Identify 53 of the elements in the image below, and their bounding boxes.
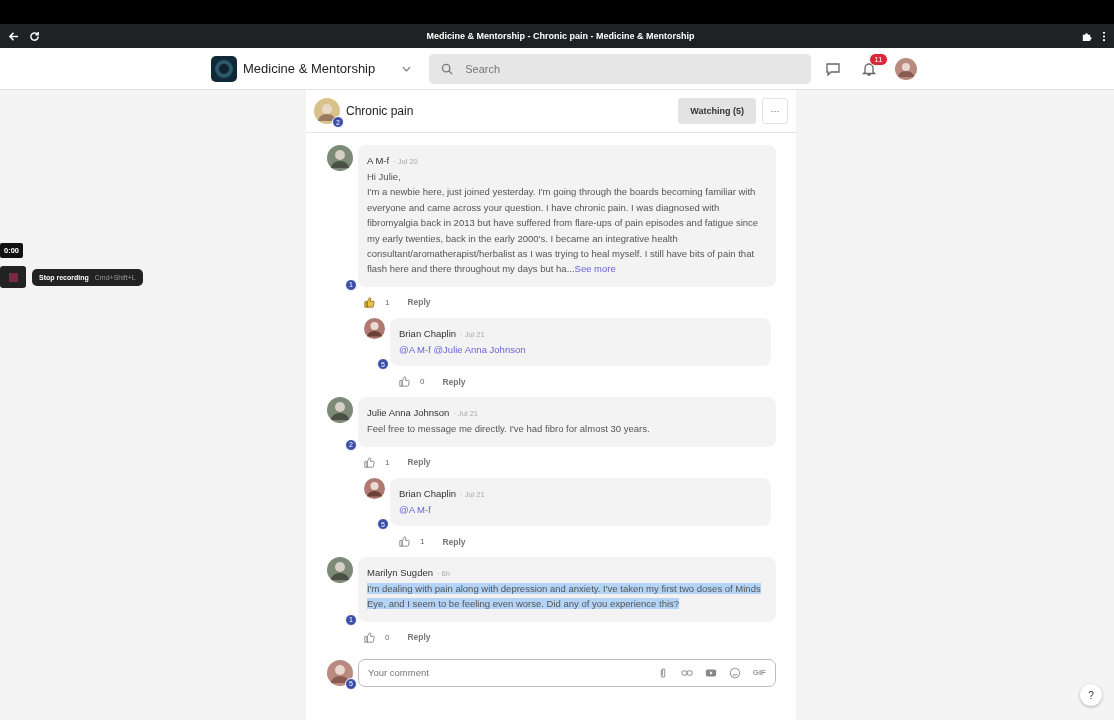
puzzle-icon[interactable] [1081, 30, 1092, 42]
user-avatar [327, 659, 353, 686]
commenter-avatar[interactable] [327, 145, 353, 171]
back-icon[interactable] [8, 30, 19, 42]
commenter-avatar[interactable] [327, 397, 353, 424]
commenter-avatar[interactable] [364, 317, 385, 339]
kebab-menu-icon[interactable] [1102, 30, 1106, 42]
author-name[interactable]: Brian Chaplin [399, 487, 457, 499]
topic-avatar [314, 98, 340, 124]
bell-icon[interactable] [861, 60, 878, 77]
chat-icon[interactable] [825, 60, 842, 77]
user-avatar[interactable] [895, 57, 918, 80]
like-count: 0 [420, 377, 425, 387]
reply-link[interactable]: Reply [407, 632, 431, 643]
thumbs-up-icon[interactable] [364, 456, 375, 468]
commenter-avatar[interactable] [364, 477, 385, 499]
reply-link[interactable]: Reply [442, 376, 466, 387]
comment-text: Feel free to message me directly. I've had fibro for almost 30 years. [367, 422, 651, 437]
mention-link[interactable]: @A M-f [399, 501, 762, 518]
watching-button[interactable]: Watching (5) [678, 98, 756, 124]
comment-text: I'm dealing with pain along with depression and anxiety. I've taken my first two doses of Minds Eye, and I seem to be feeling even worse. Did any of you experience this? [367, 582, 762, 612]
thumbs-up-icon[interactable] [399, 376, 410, 388]
thumbs-up-icon[interactable] [399, 536, 410, 548]
author-name[interactable]: Brian Chaplin [399, 327, 457, 339]
thumbs-up-filled-icon[interactable] [364, 296, 375, 308]
reload-icon[interactable] [29, 30, 40, 42]
comment-text: I'm a newbie here, just joined yesterday. I'm going through the boards becoming familiar with everyone and came across your question. I have chronic pain. I was diagnosed with fibromyalgia back in 2013 but have suffered from flare-ups of pain episodes and fatigue since my early twenties, back in the early 2000's. I became an integrative health consultant/aromatherapist/herbalist as I was trying to heal myself. I still have bits of pain that flash here and there throughout my days but ha...See more [367, 185, 760, 277]
reply-link[interactable]: Reply [442, 536, 466, 547]
notification-badge: 11 [869, 52, 888, 66]
mention-link[interactable]: @A M-f @Julie Anna Johnson [399, 341, 762, 358]
thumbs-up-icon[interactable] [364, 631, 375, 643]
window-title: Medicine & Mentorship - Chronic pain - Medicine & Mentorship [425, 31, 696, 41]
author-name[interactable]: Marilyn Sugden [367, 567, 433, 579]
like-count: 0 [385, 632, 390, 642]
more-button[interactable]: ··· [762, 98, 788, 124]
comment-text: Hi Julie, [367, 170, 402, 184]
community-logo-icon[interactable] [211, 55, 237, 82]
like-count: 1 [420, 537, 425, 547]
help-button[interactable]: ? [1080, 684, 1102, 706]
search-icon [441, 62, 454, 75]
reply-link[interactable]: Reply [407, 297, 431, 308]
emoji-icon[interactable] [728, 666, 741, 679]
search-field[interactable]: Search [429, 53, 812, 84]
chevron-down-icon[interactable] [402, 65, 412, 72]
like-count: 1 [385, 457, 390, 467]
stop-recording-button[interactable] [0, 266, 26, 288]
author-name[interactable]: Julie Anna Johnson [367, 407, 450, 419]
topic-title: Chronic pain [346, 104, 415, 118]
reply-link[interactable]: Reply [407, 457, 431, 468]
commenter-avatar[interactable] [327, 557, 353, 584]
like-count: 1 [385, 297, 390, 307]
author-name[interactable]: A M-f [367, 155, 390, 166]
community-name[interactable]: Medicine & Mentorship [243, 61, 376, 76]
